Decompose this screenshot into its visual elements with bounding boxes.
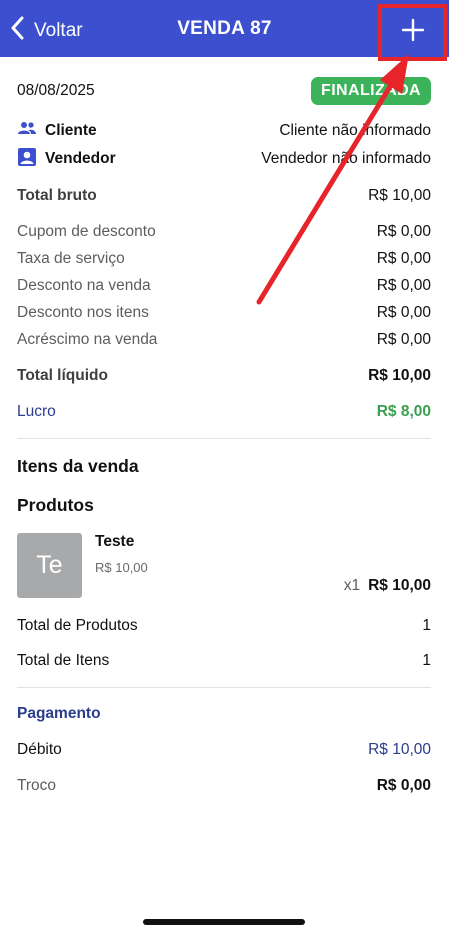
cupom-row: Cupom de desconto R$ 0,00 — [17, 221, 431, 243]
person-badge-icon — [17, 147, 37, 172]
cliente-label: Cliente — [45, 122, 97, 139]
divider — [17, 438, 431, 439]
product-unit-price: R$ 10,00 — [95, 560, 148, 575]
product-total: R$ 10,00 — [368, 577, 431, 594]
products-title: Produtos — [17, 495, 94, 515]
total-itens-label: Total de Itens — [17, 652, 110, 669]
debito-value: R$ 10,00 — [368, 741, 431, 758]
total-itens-value: 1 — [422, 652, 431, 669]
total-bruto-value: R$ 10,00 — [368, 187, 431, 204]
cupom-label: Cupom de desconto — [17, 223, 156, 240]
payment-section-title: Pagamento — [17, 705, 101, 722]
desconto-venda-value: R$ 0,00 — [376, 277, 431, 294]
lucro-label: Lucro — [17, 403, 56, 420]
vendedor-row: Vendedor Vendedor não informado — [17, 147, 431, 172]
product-qty-total: x1 R$ 10,00 — [344, 577, 431, 595]
troco-row: Troco R$ 0,00 — [17, 775, 431, 797]
cliente-value: Cliente não informado — [279, 122, 431, 139]
total-produtos-label: Total de Produtos — [17, 617, 138, 634]
date-status-row: 08/08/2025 FINALIZADA — [17, 77, 431, 105]
items-section-title: Itens da venda — [17, 456, 139, 476]
divider — [17, 687, 431, 688]
lucro-value: R$ 8,00 — [376, 403, 431, 420]
product-name[interactable]: Teste — [95, 533, 134, 551]
add-button[interactable] — [378, 4, 447, 61]
debito-label: Débito — [17, 741, 62, 758]
total-liquido-row: Total líquido R$ 10,00 — [17, 365, 431, 387]
people-icon — [17, 119, 37, 144]
taxa-row: Taxa de serviço R$ 0,00 — [17, 248, 431, 270]
cliente-row: Cliente Cliente não informado — [17, 120, 431, 142]
acrescimo-row: Acréscimo na venda R$ 0,00 — [17, 329, 431, 351]
total-liquido-label: Total líquido — [17, 367, 108, 384]
debito-row: Débito R$ 10,00 — [17, 739, 431, 761]
desconto-venda-row: Desconto na venda R$ 0,00 — [17, 275, 431, 297]
plus-icon — [401, 18, 425, 47]
vendedor-value: Vendedor não informado — [261, 150, 431, 167]
cupom-value: R$ 0,00 — [376, 223, 431, 240]
home-indicator[interactable] — [143, 919, 305, 925]
total-liquido-value: R$ 10,00 — [368, 367, 431, 384]
acrescimo-value: R$ 0,00 — [376, 331, 431, 348]
sale-date: 08/08/2025 — [17, 82, 95, 99]
total-itens-row: Total de Itens 1 — [17, 650, 431, 672]
total-bruto-label: Total bruto — [17, 187, 97, 204]
taxa-label: Taxa de serviço — [17, 250, 125, 267]
taxa-value: R$ 0,00 — [376, 250, 431, 267]
desconto-itens-label: Desconto nos itens — [17, 304, 149, 321]
acrescimo-label: Acréscimo na venda — [17, 331, 158, 348]
vendedor-label: Vendedor — [45, 150, 116, 167]
desconto-itens-row: Desconto nos itens R$ 0,00 — [17, 302, 431, 324]
troco-label: Troco — [17, 777, 57, 794]
total-produtos-row: Total de Produtos 1 — [17, 615, 431, 637]
desconto-venda-label: Desconto na venda — [17, 277, 151, 294]
product-thumbnail: Te — [17, 533, 82, 598]
total-produtos-value: 1 — [422, 617, 431, 634]
product-qty: x1 — [343, 577, 361, 594]
total-bruto-row: Total bruto R$ 10,00 — [17, 185, 431, 207]
troco-value: R$ 0,00 — [376, 777, 431, 794]
desconto-itens-value: R$ 0,00 — [376, 304, 431, 321]
status-badge: FINALIZADA — [311, 77, 431, 105]
lucro-row: Lucro R$ 8,00 — [17, 401, 431, 423]
